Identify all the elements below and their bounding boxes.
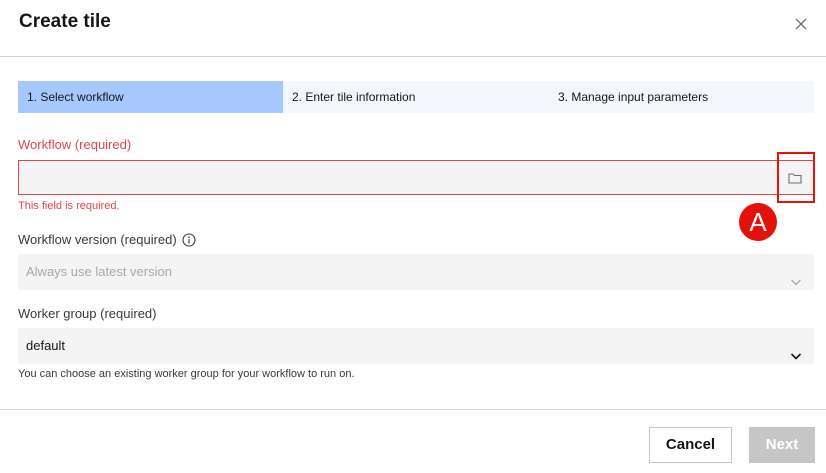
- annotation-marker: A: [739, 203, 777, 241]
- step-enter-tile-information[interactable]: 2. Enter tile information: [283, 81, 549, 113]
- step-manage-input-parameters[interactable]: 3. Manage input parameters: [549, 81, 814, 113]
- cancel-button[interactable]: Cancel: [649, 427, 732, 463]
- footer-divider: [0, 409, 826, 410]
- worker-group-value: default: [26, 338, 66, 353]
- worker-group-select[interactable]: default: [18, 328, 814, 364]
- progress-steps: 1. Select workflow 2. Enter tile informa…: [18, 81, 814, 113]
- workflow-error-message: This field is required.: [18, 200, 120, 212]
- workflow-version-placeholder: Always use latest version: [26, 264, 172, 279]
- workflow-version-select: Always use latest version: [18, 254, 814, 290]
- workflow-version-label-row: Workflow version (required): [18, 232, 196, 247]
- header-divider: [0, 56, 826, 57]
- chevron-down-icon: [790, 340, 802, 360]
- worker-group-helper-text: You can choose an existing worker group …: [18, 368, 355, 380]
- annotation-highlight-box: [777, 152, 815, 203]
- workflow-field[interactable]: [18, 160, 814, 195]
- next-button[interactable]: Next: [749, 427, 815, 463]
- info-icon[interactable]: [182, 232, 196, 247]
- worker-group-label: Worker group (required): [18, 306, 157, 321]
- workflow-version-label: Workflow version (required): [18, 232, 177, 247]
- workflow-label: Workflow (required): [18, 137, 132, 152]
- chevron-down-icon: [790, 266, 802, 286]
- step-select-workflow[interactable]: 1. Select workflow: [18, 81, 283, 113]
- dialog-header: Create tile: [0, 0, 826, 56]
- close-icon[interactable]: [791, 14, 811, 34]
- dialog-title: Create tile: [19, 11, 111, 32]
